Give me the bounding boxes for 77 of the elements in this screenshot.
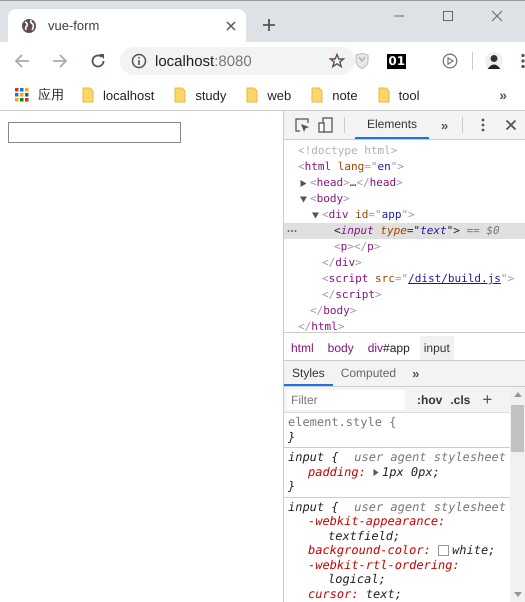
dom-node[interactable]: <div id="app">: [284, 207, 525, 223]
inspect-icon[interactable]: [294, 117, 310, 133]
dom-closing-tag[interactable]: </div>: [284, 255, 525, 271]
bookmark-folder[interactable]: study: [174, 87, 226, 103]
toggle-button[interactable]: :hov: [417, 392, 442, 406]
css-selector: element.style {: [288, 415, 396, 430]
closing-brace: }: [288, 430, 296, 444]
dom-closing-tag[interactable]: </html>: [284, 319, 525, 335]
scrollbar[interactable]: [510, 387, 525, 602]
folder-icon: [311, 87, 324, 103]
browser-tab[interactable]: vue-form: [8, 9, 246, 42]
bookmark-folder[interactable]: web: [246, 87, 292, 103]
close-icon[interactable]: [226, 20, 236, 30]
collapsed-triangle-icon[interactable]: [300, 180, 307, 186]
bookmark-folder[interactable]: localhost: [82, 87, 154, 103]
scroll-thumb[interactable]: [511, 405, 524, 452]
color-swatch[interactable]: [438, 545, 450, 556]
url-text[interactable]: localhost:8080: [155, 52, 322, 70]
apps-grid-icon: [15, 88, 29, 102]
reload-icon[interactable]: [90, 53, 106, 69]
dom-node[interactable]: <input type="text"> == $0: [284, 223, 525, 239]
menu-icon[interactable]: [521, 53, 525, 69]
breadcrumb[interactable]: input: [420, 336, 454, 360]
dom-closing-tag[interactable]: </body>: [284, 303, 525, 319]
dom-closing-tag[interactable]: </script>: [284, 287, 525, 303]
folder-icon: [82, 87, 94, 103]
filter-field[interactable]: Filter: [287, 390, 405, 410]
expanded-triangle-icon[interactable]: [312, 212, 319, 218]
dom-node[interactable]: <body>: [284, 191, 525, 207]
css-declaration[interactable]: background-color: white;: [288, 543, 506, 558]
sidebar-tab[interactable]: Computed: [332, 361, 404, 386]
dom-node[interactable]: <p></p>: [284, 239, 525, 255]
folder-icon: [378, 87, 390, 103]
apps-shortcut[interactable]: 应用: [15, 86, 64, 104]
new-tab-icon[interactable]: [262, 18, 276, 32]
close-icon[interactable]: [491, 10, 503, 22]
bookmark-folder[interactable]: tool: [378, 87, 420, 103]
css-declaration[interactable]: -webkit-appearance: textfield;: [288, 514, 506, 543]
device-toolbar-icon[interactable]: [318, 117, 334, 133]
expanded-triangle-icon[interactable]: [300, 196, 307, 202]
dom-node[interactable]: <html lang="en">: [284, 159, 525, 175]
panel-tab[interactable]: Elements: [355, 111, 430, 139]
maximize-icon[interactable]: [442, 10, 454, 22]
css-declaration[interactable]: -webkit-rtl-ordering: logical;: [288, 558, 506, 586]
source-link[interactable]: /dist/build.js: [408, 271, 501, 287]
close-icon[interactable]: [505, 119, 518, 131]
info-icon: [131, 53, 147, 69]
breadcrumb[interactable]: div#app: [364, 336, 414, 360]
more-panels-button[interactable]: »: [437, 118, 452, 132]
menu-icon[interactable]: [481, 118, 486, 132]
more-tabs-button[interactable]: »: [408, 361, 424, 386]
new-rule-button[interactable]: +: [482, 390, 492, 410]
breadcrumb[interactable]: html: [287, 336, 318, 360]
globe-icon: [21, 18, 37, 34]
css-selector: input {: [288, 450, 339, 464]
expand-triangle-icon[interactable]: [373, 468, 380, 476]
rule-origin: user agent stylesheet: [354, 450, 506, 464]
play-icon[interactable]: [442, 53, 458, 69]
css-declaration[interactable]: cursor: text;: [288, 586, 506, 601]
avatar-icon[interactable]: [485, 52, 503, 70]
dom-node[interactable]: <script src="/dist/build.js">: [284, 271, 525, 287]
extension-badge[interactable]: 01: [387, 54, 406, 68]
text-input[interactable]: [8, 122, 181, 143]
folder-icon: [174, 87, 186, 103]
bookmark-folder[interactable]: note: [311, 87, 358, 103]
folder-icon: [246, 87, 258, 103]
more-dots-icon: [287, 229, 297, 233]
css-declaration[interactable]: padding: 1px 0px;: [288, 464, 506, 479]
dom-node[interactable]: <head>…</head>: [284, 175, 525, 191]
css-selector: input {: [288, 500, 339, 514]
closing-brace: }: [288, 479, 296, 494]
star-icon[interactable]: [329, 53, 346, 69]
rule-origin: user agent stylesheet: [354, 500, 506, 514]
more-bookmarks-button[interactable]: »: [499, 87, 507, 103]
toggle-button[interactable]: .cls: [450, 392, 470, 406]
address-bar[interactable]: localhost:8080: [120, 47, 356, 75]
breadcrumb[interactable]: body: [324, 336, 358, 360]
